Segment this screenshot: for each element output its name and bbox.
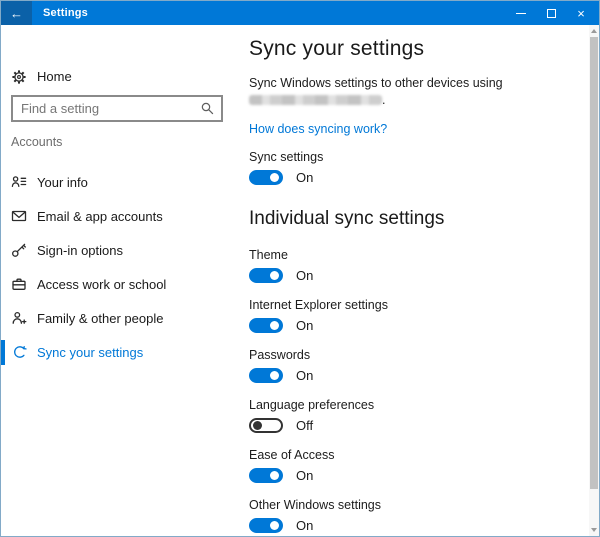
gear-icon: [11, 69, 27, 85]
redacted-email: [249, 95, 382, 105]
search-icon[interactable]: [200, 101, 215, 116]
toggle-label: Sync settings: [249, 150, 323, 164]
toggle-label: Ease of Access: [249, 448, 334, 462]
briefcase-icon: [11, 276, 27, 292]
other-windows-settings-toggle-group: Other Windows settings On: [249, 498, 381, 533]
window-title: Settings: [43, 7, 88, 19]
ease-of-access-toggle-group: Ease of Access On: [249, 448, 334, 483]
sidebar-item-label: Access work or school: [37, 272, 166, 297]
sidebar-item-label: Sign-in options: [37, 238, 123, 263]
chevron-down-icon: [591, 528, 597, 532]
sidebar-item-family-people[interactable]: Family & other people: [1, 306, 233, 331]
sync-settings-toggle-group: Sync settings On: [249, 150, 323, 185]
ease-of-access-toggle[interactable]: [249, 468, 283, 483]
toggle-state-text: On: [296, 468, 313, 483]
toggle-label: Other Windows settings: [249, 498, 381, 512]
scrollbar-thumb[interactable]: [590, 37, 598, 489]
search-input[interactable]: [13, 97, 191, 120]
toggle-state-text: Off: [296, 418, 313, 433]
sidebar-item-your-info[interactable]: Your info: [1, 170, 233, 195]
toggle-label: Theme: [249, 248, 313, 262]
toggle-knob: [270, 321, 279, 330]
scroll-up-arrow[interactable]: [589, 25, 599, 37]
toggle-state-text: On: [296, 518, 313, 533]
page-title: Sync your settings: [249, 37, 424, 61]
internet-explorer-toggle-group: Internet Explorer settings On: [249, 298, 388, 333]
other-windows-settings-toggle[interactable]: [249, 518, 283, 533]
back-arrow-icon: ←: [10, 6, 23, 21]
language-preferences-toggle[interactable]: [249, 418, 283, 433]
people-icon: [11, 310, 27, 326]
toggle-knob: [270, 173, 279, 182]
sidebar-item-label: Family & other people: [37, 306, 163, 331]
sidebar-item-label: Email & app accounts: [37, 204, 163, 229]
key-icon: [11, 242, 27, 258]
toggle-knob: [270, 371, 279, 380]
passwords-toggle-group: Passwords On: [249, 348, 313, 383]
passwords-toggle[interactable]: [249, 368, 283, 383]
sidebar-item-label: Sync your settings: [37, 340, 143, 365]
sidebar-item-home[interactable]: Home: [1, 66, 233, 88]
sidebar-item-sync-settings[interactable]: Sync your settings: [1, 340, 233, 365]
sidebar-section-accounts: Accounts: [11, 135, 62, 149]
scroll-down-arrow[interactable]: [589, 524, 599, 536]
sidebar: Home Accounts Your info: [1, 25, 241, 536]
sync-settings-toggle[interactable]: [249, 170, 283, 185]
back-button[interactable]: ←: [1, 1, 32, 25]
search-box: [11, 95, 223, 122]
settings-window: ← Settings × Home: [0, 0, 600, 537]
how-syncing-works-link[interactable]: How does syncing work?: [249, 122, 387, 136]
contact-card-icon: [11, 174, 27, 190]
toggle-knob: [253, 421, 262, 430]
theme-toggle-group: Theme On: [249, 248, 313, 283]
language-preferences-toggle-group: Language preferences Off: [249, 398, 374, 433]
sidebar-item-email-accounts[interactable]: Email & app accounts: [1, 204, 233, 229]
sync-description: Sync Windows settings to other devices u…: [249, 75, 579, 109]
toggle-label: Passwords: [249, 348, 313, 362]
internet-explorer-toggle[interactable]: [249, 318, 283, 333]
toggle-label: Internet Explorer settings: [249, 298, 388, 312]
email-icon: [11, 208, 27, 224]
main-content: Sync your settings Sync Windows settings…: [249, 1, 585, 536]
toggle-state-text: On: [296, 268, 313, 283]
theme-toggle[interactable]: [249, 268, 283, 283]
sidebar-home-label: Home: [37, 66, 72, 88]
toggle-knob: [270, 471, 279, 480]
chevron-up-icon: [591, 29, 597, 33]
toggle-state-text: On: [296, 170, 313, 185]
section-title: Individual sync settings: [249, 208, 444, 230]
vertical-scrollbar: [589, 25, 599, 536]
sidebar-item-label: Your info: [37, 170, 88, 195]
sidebar-item-access-work-school[interactable]: Access work or school: [1, 272, 233, 297]
toggle-state-text: On: [296, 318, 313, 333]
toggle-state-text: On: [296, 368, 313, 383]
toggle-knob: [270, 521, 279, 530]
sync-icon: [11, 344, 27, 360]
description-period: .: [382, 93, 385, 107]
toggle-label: Language preferences: [249, 398, 374, 412]
sidebar-item-sign-in-options[interactable]: Sign-in options: [1, 238, 233, 263]
toggle-knob: [270, 271, 279, 280]
